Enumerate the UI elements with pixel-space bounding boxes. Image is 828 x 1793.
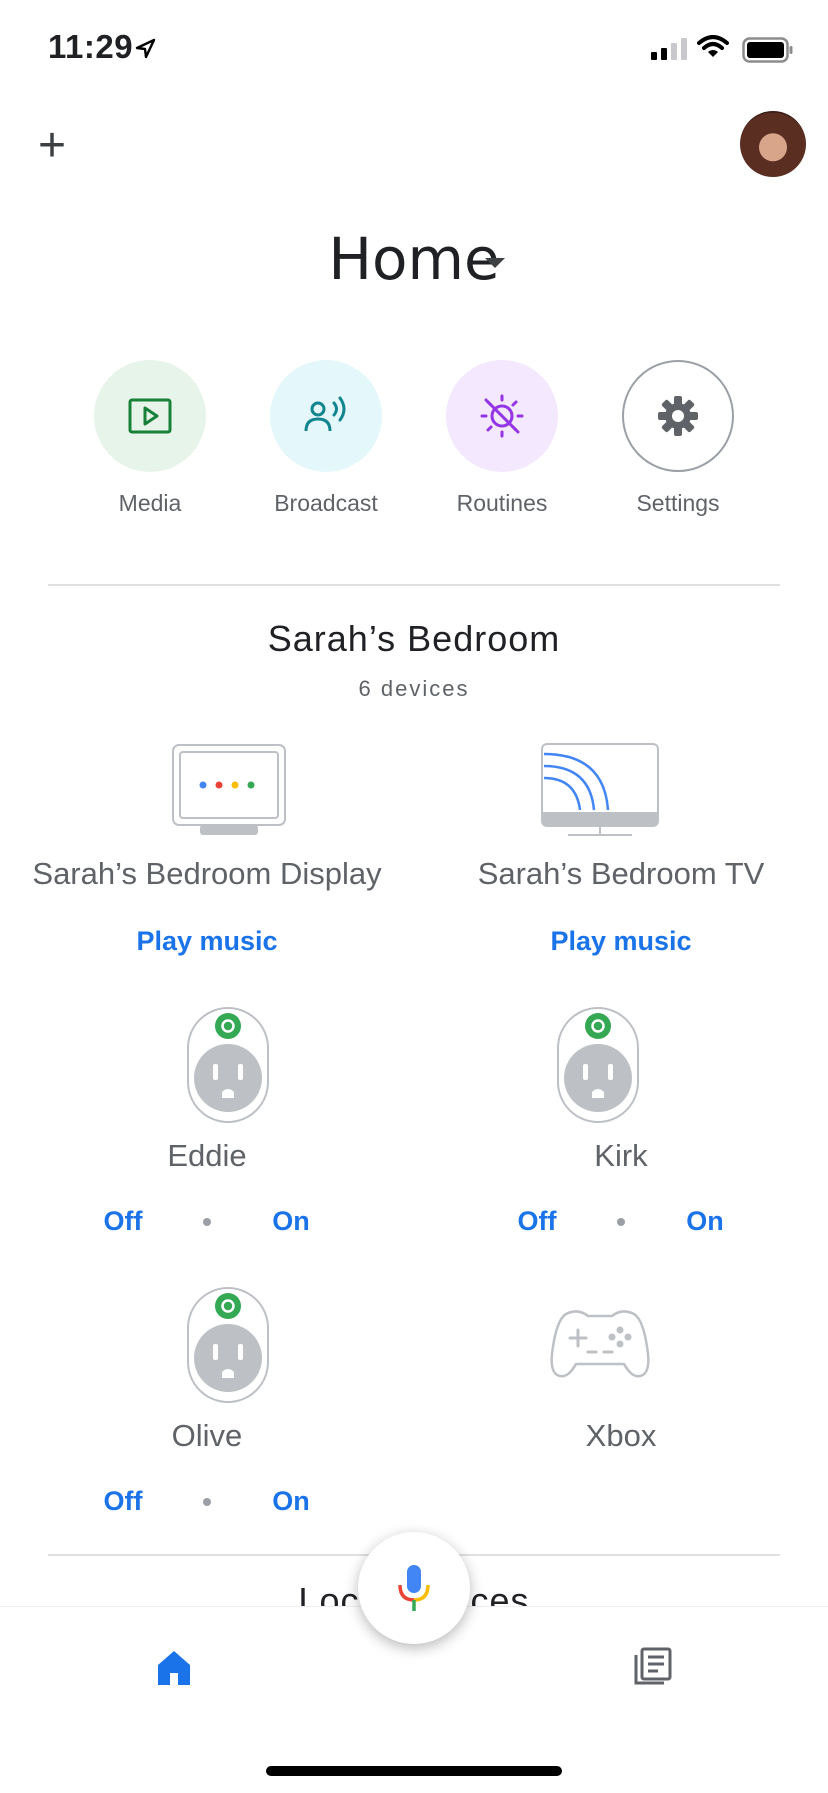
room-device-count: 6 devices: [358, 676, 470, 701]
settings-button[interactable]: Settings: [590, 360, 766, 517]
cellular-signal-icon: [651, 38, 687, 60]
device-name: Kirk: [594, 1138, 648, 1173]
device-card-xbox[interactable]: Xbox: [414, 1286, 828, 1526]
smart-plug-icon: [187, 1287, 269, 1403]
wifi-icon: [697, 35, 729, 57]
room-title: Sarah’s Bedroom: [267, 618, 561, 659]
feed-icon[interactable]: [632, 1645, 674, 1687]
settings-label: Settings: [636, 490, 720, 516]
device-card-tv[interactable]: Sarah’s Bedroom TV Play music: [414, 740, 828, 980]
off-button[interactable]: Off: [63, 1206, 183, 1237]
device-name: Xbox: [585, 1418, 657, 1453]
device-name: Eddie: [167, 1138, 247, 1173]
battery-icon: [742, 37, 793, 63]
device-name: Sarah’s Bedroom Display: [32, 856, 382, 891]
gamepad-icon: [550, 1310, 650, 1378]
power-toggle: Off On: [0, 1206, 414, 1237]
play-music-button[interactable]: Play music: [414, 926, 828, 957]
home-indicator: [266, 1766, 562, 1776]
location-arrow-icon: [135, 38, 156, 59]
microphone-icon: [398, 1565, 430, 1611]
media-play-icon: [94, 360, 206, 472]
gear-icon: [622, 360, 734, 472]
broadcast-label: Broadcast: [274, 490, 378, 516]
smart-plug-icon: [557, 1007, 639, 1123]
broadcast-button[interactable]: Broadcast: [238, 360, 414, 517]
off-button[interactable]: Off: [477, 1206, 597, 1237]
home-selector[interactable]: Home: [0, 225, 828, 293]
separator-dot: [617, 1217, 625, 1226]
page-title: Home: [328, 225, 500, 293]
chevron-down-icon[interactable]: [485, 258, 505, 268]
routines-label: Routines: [456, 490, 548, 516]
separator-dot: [203, 1497, 211, 1506]
device-card-display[interactable]: Sarah’s Bedroom Display Play music: [0, 740, 414, 980]
home-icon[interactable]: [154, 1647, 194, 1689]
on-button[interactable]: On: [231, 1206, 351, 1237]
status-time: 11:29: [48, 28, 134, 65]
device-name: Sarah’s Bedroom TV: [477, 856, 765, 891]
media-button[interactable]: Media: [62, 360, 238, 517]
cast-tv-icon: [541, 743, 659, 836]
on-button[interactable]: On: [645, 1206, 765, 1237]
play-music-button[interactable]: Play music: [0, 926, 414, 957]
add-button[interactable]: +: [38, 122, 66, 170]
device-card-kirk[interactable]: Kirk Off On: [414, 1006, 828, 1246]
smart-display-icon: [172, 744, 286, 835]
section-divider: [48, 584, 780, 586]
routines-button[interactable]: Routines: [414, 360, 590, 517]
device-card-eddie[interactable]: Eddie Off On: [0, 1006, 414, 1246]
device-name: Olive: [171, 1418, 243, 1453]
device-card-olive[interactable]: Olive Off On: [0, 1286, 414, 1526]
power-toggle: Off On: [0, 1486, 414, 1517]
on-button[interactable]: On: [231, 1486, 351, 1517]
assistant-mic-button[interactable]: [358, 1532, 470, 1644]
account-avatar[interactable]: [740, 111, 806, 177]
broadcast-icon: [270, 360, 382, 472]
media-label: Media: [118, 490, 182, 516]
smart-plug-icon: [187, 1007, 269, 1123]
routines-icon: [446, 360, 558, 472]
off-button[interactable]: Off: [63, 1486, 183, 1517]
separator-dot: [203, 1217, 211, 1226]
power-toggle: Off On: [414, 1206, 828, 1237]
